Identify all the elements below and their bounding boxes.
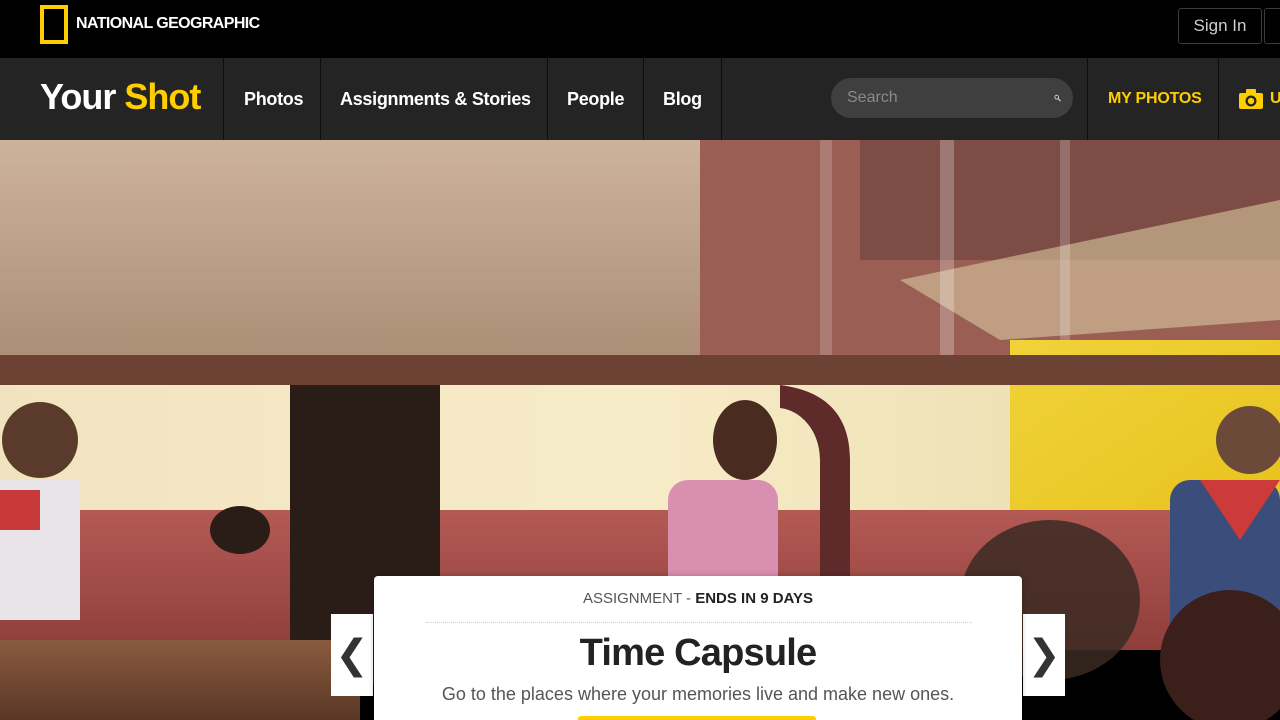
search-input[interactable] [847,89,1054,107]
prev-arrow-button[interactable]: ❮ [331,614,373,696]
nav-divider [223,58,224,140]
nav-item-people[interactable]: People [567,58,625,140]
nav-item-blog[interactable]: Blog [663,58,702,140]
national-geographic-logo[interactable]: NATIONAL GEOGRAPHIC [40,4,260,44]
join-button[interactable] [1264,8,1280,44]
card-divider [426,622,972,623]
my-photos-link[interactable]: MY PHOTOS [1108,58,1202,140]
assignment-cta-button[interactable] [578,716,816,720]
nav-divider [1087,58,1088,140]
your-shot-logo-part1: Your [40,76,116,117]
nav-item-assignments-stories[interactable]: Assignments & Stories [340,58,531,140]
yellow-border-logo-icon [40,4,68,44]
nav-item-photos[interactable]: Photos [244,58,304,140]
ends-in-label: ENDS IN 9 DAYS [695,590,814,607]
camera-icon [1239,89,1263,109]
assignment-title[interactable]: Time Capsule [374,632,1022,675]
top-bar: NATIONAL GEOGRAPHIC Sign In [0,0,1280,58]
assignment-kicker: ASSIGNMENT - ENDS IN 9 DAYS [374,590,1022,607]
your-shot-logo[interactable]: Your Shot [40,76,201,118]
nav-divider [643,58,644,140]
search-box[interactable] [831,78,1073,118]
national-geographic-logo-text: NATIONAL GEOGRAPHIC [76,15,260,32]
kicker-separator: - [681,590,696,607]
nav-divider [721,58,722,140]
your-shot-logo-part2: Shot [124,76,201,117]
nav-divider [1218,58,1219,140]
sign-in-button[interactable]: Sign In [1178,8,1262,44]
assignment-description: Go to the places where your memories liv… [441,684,955,704]
upload-link[interactable]: U [1238,58,1280,140]
next-arrow-button[interactable]: ❯ [1023,614,1065,696]
nav-divider [547,58,548,140]
main-nav: Your Shot Photos Assignments & Stories P… [0,58,1280,140]
nav-divider [320,58,321,140]
upload-label: U [1270,90,1280,107]
search-icon[interactable] [1054,87,1061,109]
assignment-card: ASSIGNMENT - ENDS IN 9 DAYS Time Capsule… [374,576,1022,720]
assignment-kicker-label: ASSIGNMENT [582,590,682,607]
